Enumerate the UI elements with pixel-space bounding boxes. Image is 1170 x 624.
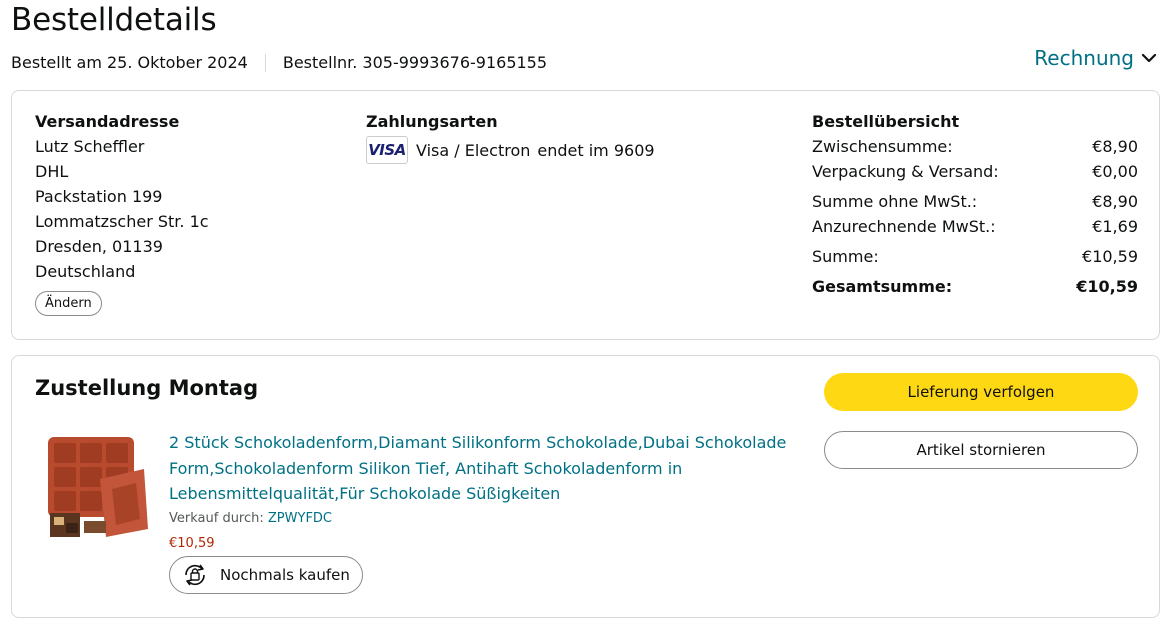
address-line: Lutz Scheffler xyxy=(35,137,145,156)
buy-again-label: Nochmals kaufen xyxy=(220,566,350,584)
payment-card: VISA Visa / Electron endet im 9609 xyxy=(366,136,655,164)
invoice-dropdown[interactable]: Rechnung xyxy=(1034,46,1158,70)
summary-row: Summe ohne MwSt.: €8,90 xyxy=(812,192,1138,211)
card-ending: endet im 9609 xyxy=(537,140,655,160)
summary-title: Bestellübersicht xyxy=(812,112,960,131)
product-image[interactable] xyxy=(40,433,152,545)
cancel-item-button[interactable]: Artikel stornieren xyxy=(824,431,1138,469)
product-price: €10,59 xyxy=(169,536,215,551)
buy-again-icon xyxy=(185,564,205,586)
invoice-label: Rechnung xyxy=(1034,46,1134,70)
shipping-title: Versandadresse xyxy=(35,112,180,131)
address-line: Packstation 199 xyxy=(35,187,163,206)
chevron-down-icon xyxy=(1141,53,1157,63)
buy-again-button[interactable]: Nochmals kaufen xyxy=(169,556,363,594)
address-line: DHL xyxy=(35,162,69,181)
delivery-title: Zustellung Montag xyxy=(35,376,259,400)
seller-info: Verkauf durch: ZPWYFDC xyxy=(169,511,332,526)
order-meta: Bestellt am 25. Oktober 2024 Bestellnr. … xyxy=(11,53,547,72)
change-address-button[interactable]: Ändern xyxy=(35,291,102,316)
summary-row: Zwischensumme: €8,90 xyxy=(812,137,1138,156)
summary-row: Anzurechnende MwSt.: €1,69 xyxy=(812,217,1138,236)
summary-row: Summe: €10,59 xyxy=(812,247,1138,266)
order-info-card: Versandadresse Lutz Scheffler DHL Packst… xyxy=(11,90,1160,340)
payment-methods: Zahlungsarten VISA Visa / Electron endet… xyxy=(366,112,655,164)
order-summary: Bestellübersicht Zwischensumme: €8,90 Ver… xyxy=(812,112,1138,299)
address-line: Lommatzscher Str. 1c xyxy=(35,212,209,231)
address-line: Dresden, 01139 xyxy=(35,237,163,256)
summary-row: Verpackung & Versand: €0,00 xyxy=(812,162,1138,181)
seller-prefix: Verkauf durch: xyxy=(169,511,264,526)
delivery-card: Zustellung Montag 2 Stück Schokoladenfor… xyxy=(11,355,1160,618)
track-package-button[interactable]: Lieferung verfolgen xyxy=(824,373,1138,411)
order-date: Bestellt am 25. Oktober 2024 xyxy=(11,53,248,72)
shipping-address: Versandadresse Lutz Scheffler DHL Packst… xyxy=(35,112,209,316)
visa-icon: VISA xyxy=(366,136,408,164)
page-title: Bestelldetails xyxy=(11,2,217,38)
card-type: Visa / Electron xyxy=(416,140,531,160)
address-line: Deutschland xyxy=(35,262,136,281)
order-number: Bestellnr. 305-9993676-9165155 xyxy=(282,53,548,72)
divider xyxy=(264,53,266,72)
payment-title: Zahlungsarten xyxy=(366,112,498,131)
product-title-link[interactable]: 2 Stück Schokoladenform,Diamant Silikonf… xyxy=(169,430,799,507)
summary-total-row: Gesamtsumme: €10,59 xyxy=(812,277,1138,296)
seller-link[interactable]: ZPWYFDC xyxy=(268,511,332,526)
